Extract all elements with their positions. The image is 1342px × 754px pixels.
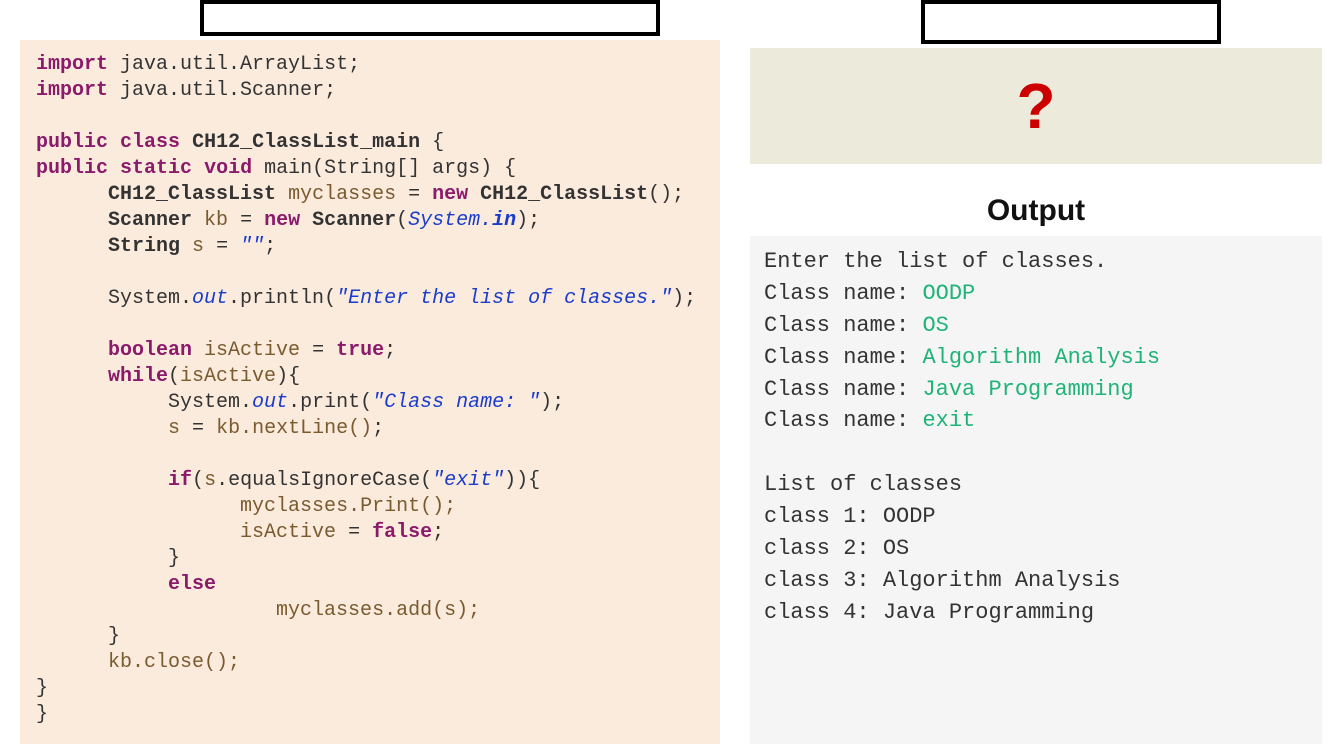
out-row-2: Class name: Algorithm Analysis <box>764 345 1160 370</box>
right-column: ? Output Enter the list of classes. Clas… <box>750 0 1322 744</box>
list-type-ctor: CH12_ClassList <box>480 183 648 206</box>
scanner-var: kb <box>204 209 228 232</box>
left-column: import java.util.ArrayList; import java.… <box>20 0 720 744</box>
list-row-2: class 3: Algorithm Analysis <box>764 568 1120 593</box>
out-prompt-line: Enter the list of classes. <box>764 249 1107 274</box>
while-cond: isActive <box>180 365 276 388</box>
out-row-3: Class name: Java Programming <box>764 377 1134 402</box>
question-mark-icon: ? <box>1016 69 1055 143</box>
slide-container: import java.util.ArrayList; import java.… <box>0 0 1342 754</box>
list-type: CH12_ClassList <box>108 183 276 206</box>
add-call: myclasses.add(s); <box>276 599 480 622</box>
out-row-0: Class name: OODP <box>764 281 975 306</box>
list-var: myclasses <box>288 183 396 206</box>
left-label-box <box>200 0 660 36</box>
main-sig: main(String[] args) <box>264 157 492 180</box>
output-title: Output <box>750 194 1322 228</box>
s-var: s <box>192 235 204 258</box>
nextline-call: kb.nextLine() <box>216 417 372 440</box>
close-call: kb.close(); <box>108 651 240 674</box>
print-arg: "Class name: " <box>372 391 540 414</box>
println-arg: "Enter the list of classes." <box>336 287 672 310</box>
out-row-1: Class name: OS <box>764 313 949 338</box>
question-panel: ? <box>750 48 1322 164</box>
list-row-3: class 4: Java Programming <box>764 600 1094 625</box>
import-2: java.util.Scanner <box>120 79 324 102</box>
output-panel: Enter the list of classes. Class name: O… <box>750 236 1322 744</box>
class-name: CH12_ClassList_main <box>192 131 420 154</box>
s-init: "" <box>240 235 264 258</box>
out-row-4: Class name: exit <box>764 408 975 433</box>
import-1: java.util.ArrayList <box>120 53 348 76</box>
list-row-1: class 2: OS <box>764 536 909 561</box>
active-var: isActive <box>204 339 300 362</box>
code-panel: import java.util.ArrayList; import java.… <box>20 40 720 744</box>
exit-literal: "exit" <box>432 469 504 492</box>
list-row-0: class 1: OODP <box>764 504 936 529</box>
right-label-box <box>921 0 1221 44</box>
print-call: myclasses.Print(); <box>240 495 456 518</box>
list-header: List of classes <box>764 472 962 497</box>
